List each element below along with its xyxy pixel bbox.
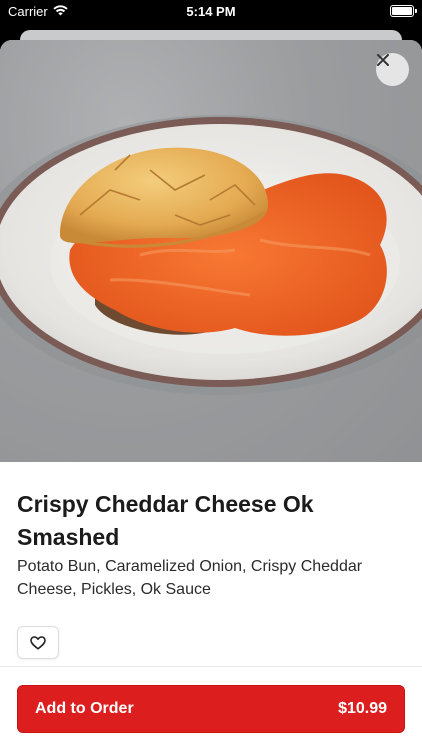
status-bar: Carrier 5:14 PM — [0, 0, 422, 24]
close-icon — [377, 54, 389, 66]
favorite-button[interactable] — [17, 626, 59, 659]
battery-icon — [390, 5, 417, 17]
item-description: Potato Bun, Caramelized Onion, Crispy Ch… — [17, 558, 363, 598]
item-title: Crispy Cheddar Cheese Ok Smashed — [17, 491, 314, 550]
heart-icon — [30, 635, 46, 650]
item-detail-sheet: Crispy Cheddar Cheese Ok Smashed Potato … — [0, 40, 422, 750]
status-time: 5:14 PM — [186, 4, 236, 19]
add-to-order-button[interactable]: Add to Order $10.99 — [17, 685, 405, 733]
close-button[interactable] — [376, 53, 409, 86]
add-to-order-label: Add to Order — [35, 700, 134, 717]
item-photo — [0, 40, 422, 462]
item-price: $10.99 — [338, 700, 387, 717]
divider — [0, 666, 422, 667]
